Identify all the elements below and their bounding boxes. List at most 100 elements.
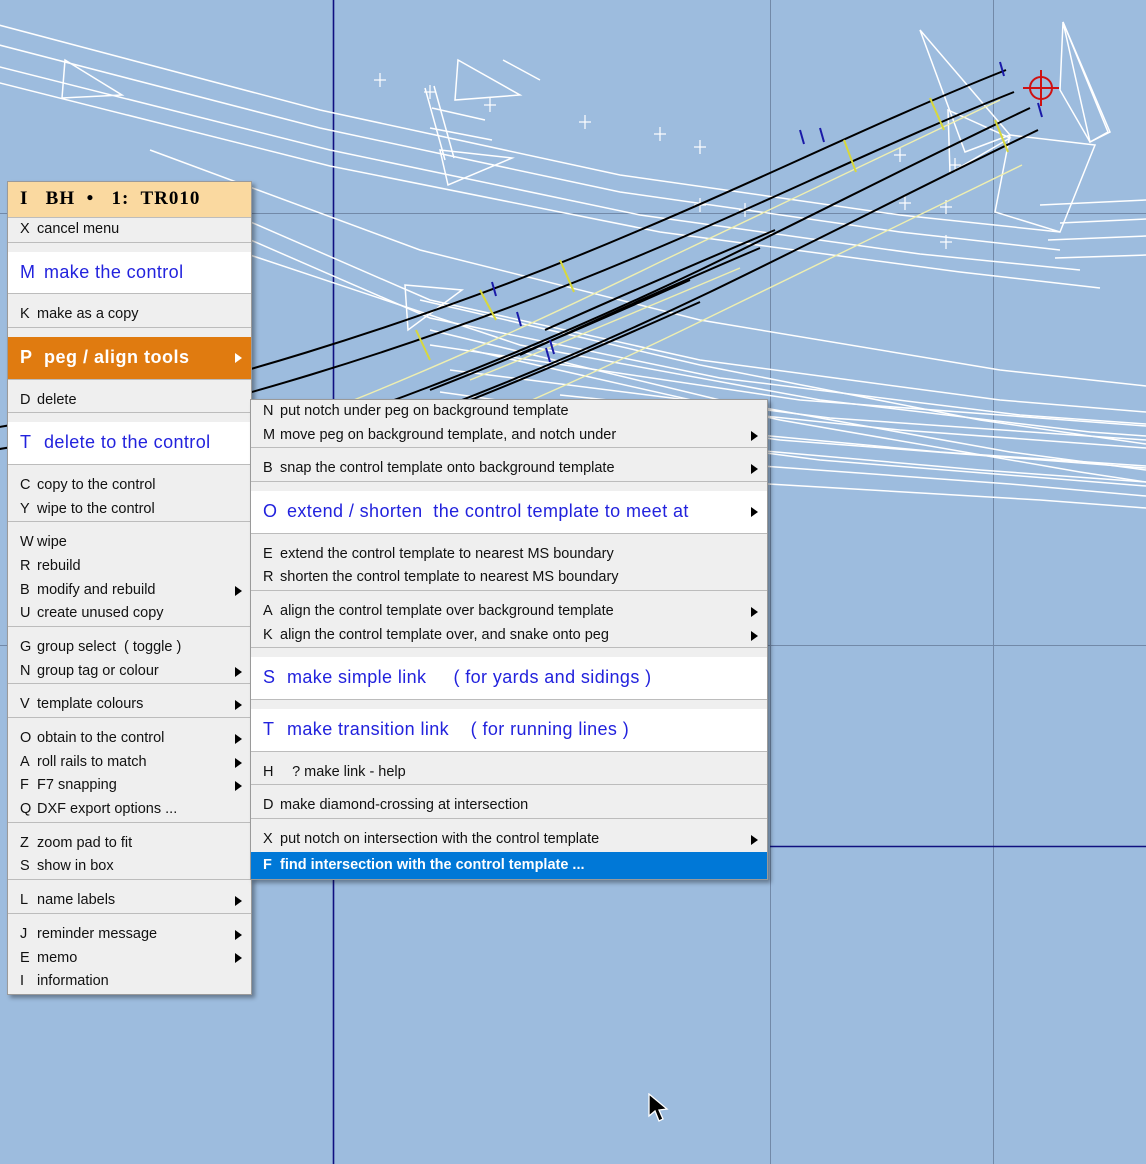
menu-item-make-link-help[interactable]: H ? make link - help <box>251 760 767 785</box>
menu-item-information[interactable]: Iinformation <box>8 970 251 994</box>
menu-item-label: align the control template over, and sna… <box>280 626 609 643</box>
menu-item-label: make transition link ( for running lines… <box>287 719 630 740</box>
menu-item-put-notch-on-intersection-with-the-contr[interactable]: Xput notch on intersection with the cont… <box>251 828 767 852</box>
menu-item-key: N <box>263 403 274 419</box>
menu-item-align-the-control-template-over-and-snak[interactable]: Kalign the control template over, and sn… <box>251 623 767 648</box>
menu-title: I BH • 1: TR010 <box>8 182 251 218</box>
mouse-cursor <box>648 1093 669 1122</box>
menu-item-extend-shorten-the-control-template-to-m[interactable]: Oextend / shorten the control template t… <box>251 491 767 533</box>
peg-marker <box>1023 70 1059 106</box>
menu-item-label: peg / align tools <box>44 347 190 368</box>
menu-item-label: show in box <box>37 858 114 875</box>
menu-item-create-unused-copy[interactable]: Ucreate unused copy <box>8 602 251 627</box>
menu-item-key: E <box>20 949 30 966</box>
menu-item-show-in-box[interactable]: Sshow in box <box>8 855 251 880</box>
menu-item-make-diamond-crossing-at-intersection[interactable]: Dmake diamond-crossing at intersection <box>251 794 767 819</box>
menu-item-wipe[interactable]: Wwipe <box>8 531 251 556</box>
menu-item-key: O <box>20 730 32 747</box>
menu-gap <box>251 648 767 658</box>
menu-item-delete-to-the-control[interactable]: Tdelete to the control <box>8 422 251 465</box>
menu-item-label: modify and rebuild <box>37 581 156 598</box>
menu-item-rebuild[interactable]: Rrebuild <box>8 555 251 579</box>
menu-item-f7-snapping[interactable]: F F7 snapping <box>8 774 251 799</box>
submenu-arrow-icon <box>235 700 242 711</box>
submenu-arrow-icon <box>235 352 242 363</box>
menu-item-label: align the control template over backgrou… <box>280 603 614 620</box>
menu-item-label: find intersection with the control templ… <box>280 856 585 873</box>
submenu-arrow-icon <box>751 834 758 845</box>
menu-item-label: information <box>37 973 109 990</box>
menu-gap <box>8 913 251 923</box>
menu-item-label: copy to the control <box>37 477 156 494</box>
menu-item-copy-to-the-control[interactable]: Ccopy to the control <box>8 474 251 498</box>
menu-item-key: Z <box>20 834 29 851</box>
menu-item-key: X <box>20 221 30 237</box>
menu-item-make-the-control[interactable]: Mmake the control <box>8 251 251 294</box>
menu-item-key: X <box>263 831 273 848</box>
menu-item-snap-the-control-template-onto-backgroun[interactable]: Bsnap the control template onto backgrou… <box>251 457 767 482</box>
submenu-arrow-icon <box>751 606 758 617</box>
menu-item-name-labels[interactable]: Lname labels <box>8 889 251 913</box>
menu-gap <box>251 482 767 492</box>
menu-gap <box>8 242 251 252</box>
menu-item-key: S <box>20 858 30 875</box>
menu-item-label: shorten the control template to nearest … <box>280 569 619 586</box>
menu-item-find-intersection-with-the-control-templ[interactable]: Ffind intersection with the control temp… <box>251 851 767 880</box>
menu-item-memo[interactable]: Ememo <box>8 946 251 971</box>
menu-item-label: extend / shorten the control template to… <box>287 501 689 522</box>
menu-item-delete[interactable]: Ddelete <box>8 388 251 413</box>
menu-item-modify-and-rebuild[interactable]: Bmodify and rebuild <box>8 578 251 603</box>
menu-item-group-select-toggle[interactable]: Ggroup select ( toggle ) <box>8 636 251 660</box>
menu-item-put-notch-under-peg-on-background-templa[interactable]: Nput notch under peg on background templ… <box>251 400 767 424</box>
menu-item-zoom-pad-to-fit[interactable]: Zzoom pad to fit <box>8 831 251 856</box>
menu-item-align-the-control-template-over-backgrou[interactable]: Aalign the control template over backgro… <box>251 600 767 624</box>
menu-item-label: wipe to the control <box>37 500 155 517</box>
menu-item-label: group select ( toggle ) <box>37 639 182 656</box>
menu-item-peg-align-tools[interactable]: Ppeg / align tools <box>8 337 251 379</box>
menu-item-cancel-menu[interactable]: Xcancel menu <box>8 218 251 242</box>
menu-item-label: move peg on background template, and not… <box>280 426 617 443</box>
peg-align-tools-submenu[interactable]: Nput notch under peg on background templ… <box>250 399 768 881</box>
submenu-arrow-icon <box>235 895 242 906</box>
menu-item-make-transition-link-for-running-lines[interactable]: Tmake transition link ( for running line… <box>251 709 767 751</box>
menu-gap <box>251 819 767 829</box>
menu-item-extend-the-control-template-to-nearest-m[interactable]: Eextend the control template to nearest … <box>251 542 767 567</box>
menu-item-dxf-export-options[interactable]: Q DXF export options ... <box>8 798 251 822</box>
menu-item-template-colours[interactable]: Vtemplate colours <box>8 693 251 718</box>
menu-item-move-peg-on-background-template-and-notc[interactable]: Mmove peg on background template, and no… <box>251 423 767 448</box>
menu-item-label: DXF export options ... <box>37 801 178 818</box>
menu-item-key: D <box>263 797 274 814</box>
menu-item-key: J <box>20 925 28 942</box>
menu-item-label: rebuild <box>37 558 81 575</box>
menu-item-group-tag-or-colour[interactable]: Ngroup tag or colour <box>8 659 251 684</box>
submenu-arrow-icon <box>235 781 242 792</box>
submenu-arrow-icon <box>751 430 758 441</box>
menu-item-make-simple-link-for-yards-and-sidings[interactable]: Smake simple link ( for yards and siding… <box>251 657 767 700</box>
template-menu[interactable]: I BH • 1: TR010 Xcancel menu Mmake the co… <box>7 181 252 995</box>
menu-gap <box>8 465 251 475</box>
menu-item-key: N <box>20 662 31 679</box>
menu-item-key: Q <box>20 801 32 818</box>
menu-item-key: R <box>263 569 274 586</box>
menu-item-obtain-to-the-control[interactable]: Oobtain to the control <box>8 727 251 751</box>
menu-item-reminder-message[interactable]: Jreminder message <box>8 922 251 947</box>
menu-item-make-as-a-copy[interactable]: Kmake as a copy <box>8 303 251 328</box>
menu-item-key: F <box>20 777 29 794</box>
menu-item-key: A <box>263 603 273 620</box>
menu-item-label: memo <box>37 949 78 966</box>
submenu-arrow-icon <box>235 585 242 596</box>
mark-strokes <box>415 97 1009 361</box>
menu-item-key: M <box>20 261 36 282</box>
menu-item-label: delete to the control <box>44 432 211 453</box>
menu-gap <box>8 294 251 304</box>
menu-item-key: T <box>20 432 32 453</box>
menu-item-key: S <box>263 667 276 688</box>
menu-gap <box>8 627 251 637</box>
sub-menu-body: Nput notch under peg on background templ… <box>251 400 767 880</box>
menu-item-roll-rails-to-match[interactable]: Aroll rails to match <box>8 750 251 775</box>
menu-item-shorten-the-control-template-to-nearest-[interactable]: Rshorten the control template to nearest… <box>251 566 767 591</box>
menu-item-key: M <box>263 426 276 443</box>
menu-item-label: zoom pad to fit <box>37 834 133 851</box>
menu-item-wipe-to-the-control[interactable]: Ywipe to the control <box>8 497 251 522</box>
submenu-arrow-icon <box>235 733 242 744</box>
